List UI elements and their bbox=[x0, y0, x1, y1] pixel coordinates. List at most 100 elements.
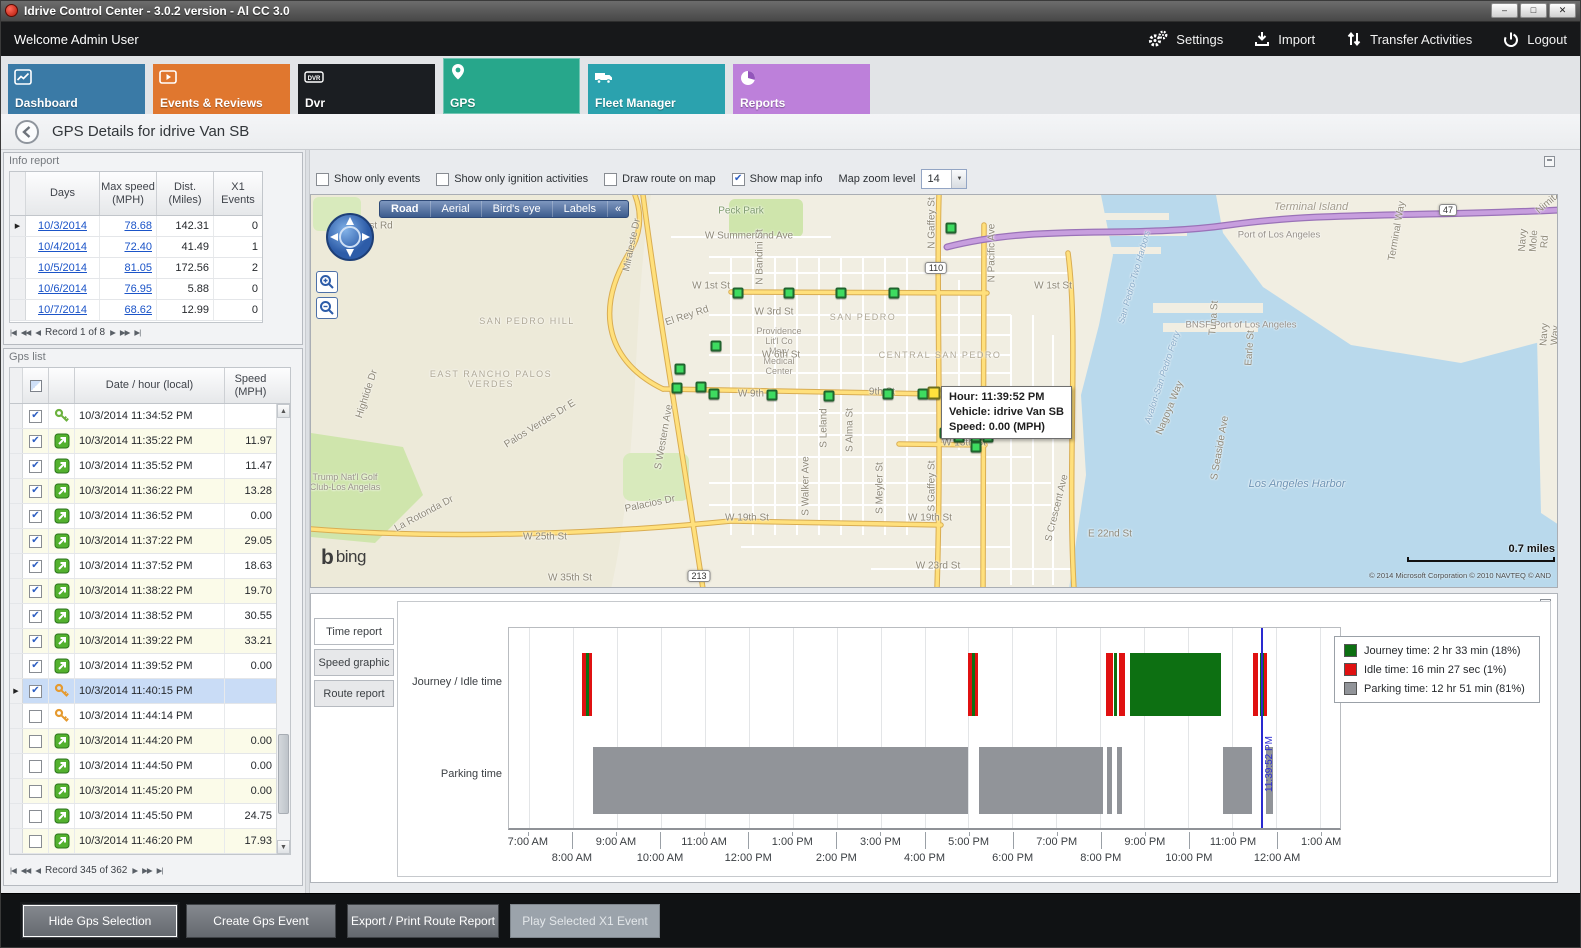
map-compass-control[interactable] bbox=[324, 211, 376, 263]
info-report-row[interactable]: 10/5/201481.05172.562 bbox=[10, 258, 262, 279]
gps-row-checkbox[interactable] bbox=[29, 585, 42, 598]
day-link[interactable]: 10/3/2014 bbox=[38, 220, 87, 232]
back-button[interactable] bbox=[14, 119, 40, 145]
pager-next-page-icon[interactable]: ▶▶ bbox=[142, 866, 152, 875]
hide-gps-selection-button[interactable]: Hide Gps Selection bbox=[22, 904, 178, 938]
day-link[interactable]: 10/4/2014 bbox=[38, 241, 87, 253]
checkbox-show-map-info[interactable]: Show map info bbox=[732, 173, 823, 186]
col-datetime[interactable]: Date / hour (local) bbox=[75, 368, 225, 403]
gps-row-checkbox[interactable] bbox=[29, 835, 42, 848]
map-zoom-in-icon[interactable] bbox=[316, 271, 338, 293]
info-report-row[interactable]: ▶10/3/201478.68142.310 bbox=[10, 216, 262, 237]
tab-speed-graphic[interactable]: Speed graphic bbox=[314, 649, 394, 676]
gps-marker[interactable] bbox=[784, 288, 795, 299]
play-selected-x1-event-button[interactable]: Play Selected X1 Event bbox=[510, 904, 660, 938]
gps-list-row[interactable]: 10/3/2014 11:44:14 PM bbox=[10, 704, 290, 729]
gps-marker[interactable] bbox=[709, 389, 720, 400]
col-max-speed[interactable]: Max speed (MPH) bbox=[100, 172, 157, 215]
gps-marker[interactable] bbox=[883, 389, 894, 400]
gps-marker[interactable] bbox=[836, 288, 847, 299]
pager-prev-page-icon[interactable]: ◀◀ bbox=[21, 328, 31, 337]
day-link[interactable]: 10/6/2014 bbox=[38, 283, 87, 295]
gps-list-row[interactable]: 10/3/2014 11:36:52 PM0.00 bbox=[10, 504, 290, 529]
checkbox-icon[interactable] bbox=[436, 173, 449, 186]
tab-route-report[interactable]: Route report bbox=[314, 680, 394, 707]
col-days[interactable]: Days bbox=[26, 172, 100, 215]
pager-prev-page-icon[interactable]: ◀◀ bbox=[21, 866, 31, 875]
pager-next-icon[interactable]: ▶ bbox=[132, 866, 137, 875]
gps-marker[interactable] bbox=[733, 288, 744, 299]
gps-list-row[interactable]: ▶10/3/2014 11:40:15 PM bbox=[10, 679, 290, 704]
gps-row-checkbox[interactable] bbox=[29, 735, 42, 748]
gps-marker[interactable] bbox=[711, 341, 722, 352]
gps-row-checkbox[interactable] bbox=[29, 560, 42, 573]
map-style-collapse-icon[interactable]: « bbox=[608, 203, 628, 215]
map-zoom-out-icon[interactable] bbox=[316, 297, 338, 319]
gps-row-checkbox[interactable] bbox=[29, 510, 42, 523]
gps-row-checkbox[interactable] bbox=[29, 410, 42, 423]
scroll-up-icon[interactable]: ▲ bbox=[277, 404, 290, 418]
select-all-icon[interactable] bbox=[30, 380, 42, 392]
gps-marker[interactable] bbox=[889, 288, 900, 299]
checkbox-icon[interactable] bbox=[732, 173, 745, 186]
max-speed-link[interactable]: 68.62 bbox=[124, 304, 152, 316]
gps-row-checkbox[interactable] bbox=[29, 785, 42, 798]
create-gps-event-button[interactable]: Create Gps Event bbox=[186, 904, 336, 938]
gps-marker[interactable] bbox=[672, 383, 683, 394]
gps-list-row[interactable]: 10/3/2014 11:35:52 PM11.47 bbox=[10, 454, 290, 479]
pager-last-icon[interactable]: ▶| bbox=[157, 866, 163, 875]
pager-first-icon[interactable]: |◀ bbox=[10, 328, 16, 337]
gps-marker-selected[interactable] bbox=[928, 387, 941, 400]
gps-row-checkbox[interactable] bbox=[29, 610, 42, 623]
info-report-row[interactable]: 10/6/201476.955.880 bbox=[10, 279, 262, 300]
gps-list-pager[interactable]: |◀ ◀◀ ◀ Record 345 of 362 ▶ ▶▶ ▶| bbox=[10, 865, 162, 876]
max-speed-link[interactable]: 76.95 bbox=[124, 283, 152, 295]
gps-list-row[interactable]: 10/3/2014 11:37:22 PM29.05 bbox=[10, 529, 290, 554]
checkbox-draw-route[interactable]: Draw route on map bbox=[604, 173, 716, 186]
col-dist[interactable]: Dist. (Miles) bbox=[157, 172, 214, 215]
tab-dashboard[interactable]: Dashboard bbox=[8, 64, 145, 114]
info-report-pager[interactable]: |◀ ◀◀ ◀ Record 1 of 8 ▶ ▶▶ ▶| bbox=[10, 327, 140, 338]
max-speed-link[interactable]: 78.68 bbox=[124, 220, 152, 232]
logout-button[interactable]: Logout bbox=[1502, 30, 1567, 48]
gps-row-checkbox[interactable] bbox=[29, 635, 42, 648]
col-x1-events[interactable]: X1 Events bbox=[214, 172, 262, 215]
chevron-down-icon[interactable]: ▼ bbox=[951, 170, 966, 188]
gps-row-checkbox[interactable] bbox=[29, 435, 42, 448]
checkbox-show-only-events[interactable]: Show only events bbox=[316, 173, 420, 186]
tab-events-reviews[interactable]: Events & Reviews bbox=[153, 64, 290, 114]
pager-last-icon[interactable]: ▶| bbox=[134, 328, 140, 337]
day-link[interactable]: 10/5/2014 bbox=[38, 262, 87, 274]
minimize-button[interactable]: – bbox=[1491, 3, 1518, 18]
gps-marker[interactable] bbox=[946, 223, 957, 234]
checkbox-icon[interactable] bbox=[316, 173, 329, 186]
gps-row-checkbox[interactable] bbox=[29, 810, 42, 823]
info-report-row[interactable]: 10/7/201468.6212.990 bbox=[10, 300, 262, 321]
day-link[interactable]: 10/7/2014 bbox=[38, 304, 87, 316]
gps-list-row[interactable]: 10/3/2014 11:34:52 PM bbox=[10, 404, 290, 429]
pager-next-page-icon[interactable]: ▶▶ bbox=[120, 328, 130, 337]
maximize-button[interactable]: □ bbox=[1520, 3, 1547, 18]
map-style-labels[interactable]: Labels bbox=[553, 201, 608, 217]
gps-list-row[interactable]: 10/3/2014 11:35:22 PM11.97 bbox=[10, 429, 290, 454]
gps-list-row[interactable]: 10/3/2014 11:36:22 PM13.28 bbox=[10, 479, 290, 504]
gps-list-row[interactable]: 10/3/2014 11:44:20 PM0.00 bbox=[10, 729, 290, 754]
gps-list-scrollbar[interactable]: ▲ ▼ bbox=[276, 404, 290, 854]
gps-list-row[interactable]: 10/3/2014 11:38:22 PM19.70 bbox=[10, 579, 290, 604]
checkbox-show-only-ignition[interactable]: Show only ignition activities bbox=[436, 173, 588, 186]
gps-row-checkbox[interactable] bbox=[29, 660, 42, 673]
gps-list-row[interactable]: 10/3/2014 11:37:52 PM18.63 bbox=[10, 554, 290, 579]
pager-first-icon[interactable]: |◀ bbox=[10, 866, 16, 875]
map-zoom-level-select[interactable]: 14 ▼ bbox=[921, 169, 967, 189]
transfer-activities-button[interactable]: Transfer Activities bbox=[1345, 30, 1472, 48]
scrollbar-thumb[interactable] bbox=[278, 734, 289, 814]
gps-row-checkbox[interactable] bbox=[29, 485, 42, 498]
select-all-header[interactable] bbox=[23, 368, 49, 403]
gps-marker[interactable] bbox=[971, 442, 982, 453]
gps-marker[interactable] bbox=[696, 382, 707, 393]
info-report-row[interactable]: 10/4/201472.4041.491 bbox=[10, 237, 262, 258]
settings-button[interactable]: Settings bbox=[1147, 30, 1223, 48]
export-print-route-report-button[interactable]: Export / Print Route Report bbox=[347, 904, 499, 938]
gps-list-row[interactable]: 10/3/2014 11:45:50 PM24.75 bbox=[10, 804, 290, 829]
bing-map[interactable]: Road Aerial Bird's eye Labels « Peck Par… bbox=[310, 194, 1558, 588]
